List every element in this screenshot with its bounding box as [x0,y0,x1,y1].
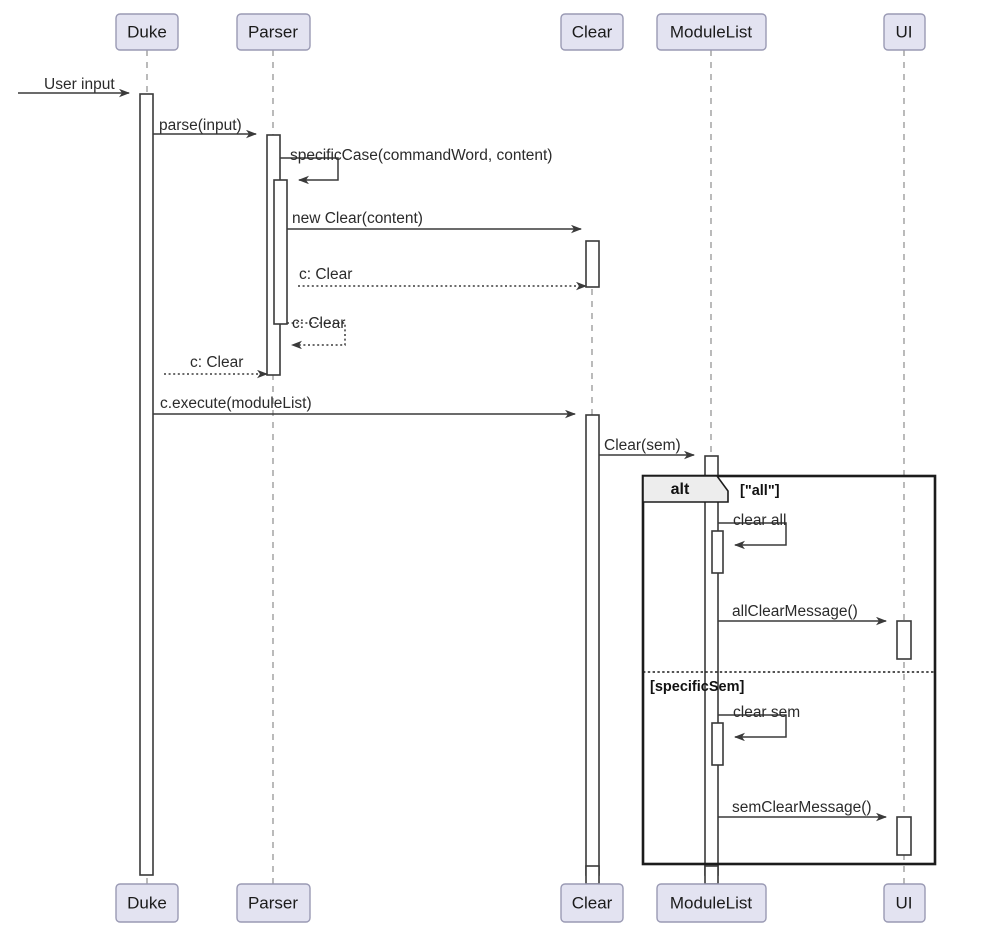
participant-footer-ui[interactable]: UI [883,883,926,923]
activation-bar-ui [896,620,912,660]
participant-header-label-parser: Parser [248,22,298,41]
activation-tail-clear [585,865,600,885]
message-label-return-clear-2: c: Clear [190,354,243,371]
activation-bar-clear [585,414,600,876]
participant-header-label-modulelist: ModuleList [670,22,752,41]
activation-bar-modulelist [704,455,719,876]
alt-operator-label: alt [671,481,690,498]
message-label-user-input: User input [44,76,115,93]
activation-bar-clear [585,240,600,288]
participant-header-duke[interactable]: Duke [115,13,179,51]
sequence-diagram-svg: alt ["all"] [specificSem] User input parse(… [18,13,937,923]
participant-header-label-ui: UI [896,22,913,41]
sequence-diagram-canvas: alt ["all"] [specificSem] User input parse(… [0,0,982,948]
alt-guard-operand-specificsem: [specificSem] [650,679,744,695]
message-label-c-execute: c.execute(moduleList) [160,395,312,412]
participant-footers-layer: Duke Parser Clear ModuleList UI [115,883,926,923]
lifelines-layer [146,50,905,884]
activation-bar-parser [273,179,288,325]
participant-footer-duke[interactable]: Duke [115,883,179,923]
participant-footer-label-ui: UI [896,893,913,912]
participant-footer-label-parser: Parser [248,893,298,912]
participant-header-label-duke: Duke [127,22,167,41]
message-label-clear-all: clear all [733,512,786,529]
alt-guard-operand-all: ["all"] [740,483,780,499]
activation-tail-modulelist [704,865,719,885]
message-label-return-clear-self: c: Clear [292,315,345,332]
participant-header-parser[interactable]: Parser [236,13,311,51]
message-label-specific-case: specificCase(commandWord, content) [290,147,552,164]
participant-header-ui[interactable]: UI [883,13,926,51]
participant-footer-modulelist[interactable]: ModuleList [656,883,767,923]
message-label-return-clear-1: c: Clear [299,266,352,283]
participant-header-label-clear: Clear [572,22,613,41]
participant-footer-parser[interactable]: Parser [236,883,311,923]
activation-bar-modulelist [711,530,724,574]
participant-footer-label-duke: Duke [127,893,167,912]
participant-footer-label-modulelist: ModuleList [670,893,752,912]
message-label-clear-sem: Clear(sem) [604,437,681,454]
activation-bar-modulelist [711,722,724,766]
participant-header-clear[interactable]: Clear [560,13,624,51]
message-label-sem-clear-message: semClearMessage() [732,799,872,816]
participant-headers-layer: Duke Parser Clear ModuleList UI [115,13,926,51]
message-label-new-clear: new Clear(content) [292,210,423,227]
activations-layer [139,93,912,885]
participant-footer-clear[interactable]: Clear [560,883,624,923]
participant-header-modulelist[interactable]: ModuleList [656,13,767,51]
activation-bar-duke [139,93,154,876]
message-label-clear-sem-self: clear sem [733,704,800,721]
participant-footer-label-clear: Clear [572,893,613,912]
activation-bar-ui [896,816,912,856]
message-label-all-clear-message: allClearMessage() [732,603,858,620]
message-label-parse-input: parse(input) [159,117,242,134]
